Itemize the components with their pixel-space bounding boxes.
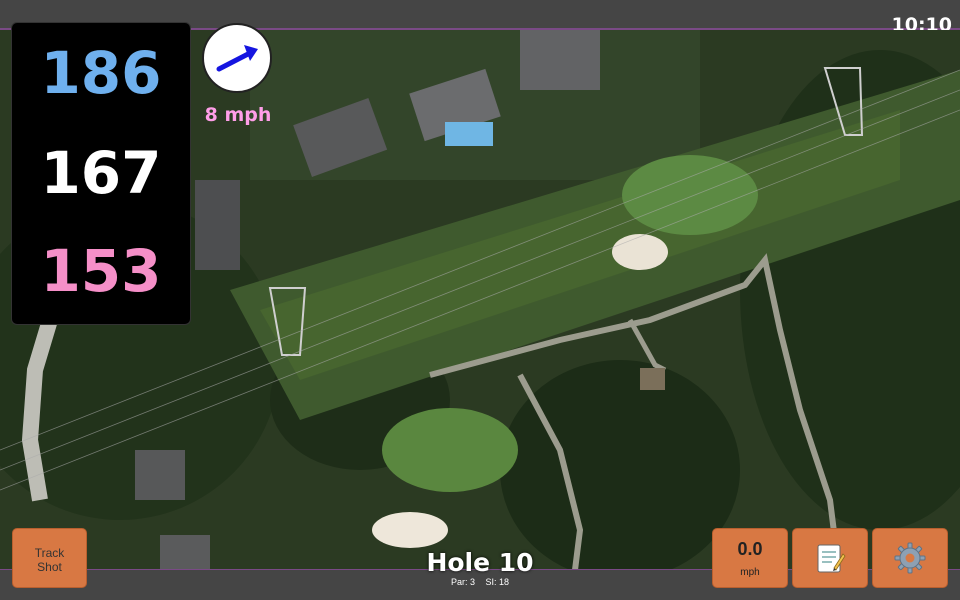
hole-par: Par: 3: [450, 577, 475, 587]
track-shot-label-line1: Track: [34, 546, 65, 560]
front-distance: 153: [40, 237, 162, 305]
back-distance: 186: [40, 39, 162, 107]
hole-info: Par: 3 SI: 18: [380, 577, 580, 587]
hole-title: Hole 10: [426, 548, 534, 577]
wind-speed-label: 8 mph: [204, 104, 272, 126]
gear-icon: [894, 542, 926, 574]
speed-value: 0.0: [737, 539, 763, 559]
distance-panel: 186 167 153: [11, 22, 191, 325]
settings-button[interactable]: [872, 528, 948, 588]
wind-direction-dial: [202, 23, 272, 93]
middle-distance: 167: [40, 139, 162, 207]
speed-unit: mph: [740, 567, 760, 578]
hole-stroke-index: SI: 18: [485, 577, 510, 587]
track-shot-label-line2: Shot: [37, 560, 62, 574]
speed-button[interactable]: 0.0 mph: [712, 528, 788, 588]
notes-button[interactable]: [792, 528, 868, 588]
track-shot-button[interactable]: Track Shot: [12, 528, 87, 588]
wind-arrow-icon: [216, 45, 258, 72]
notepad-icon: [817, 544, 846, 573]
